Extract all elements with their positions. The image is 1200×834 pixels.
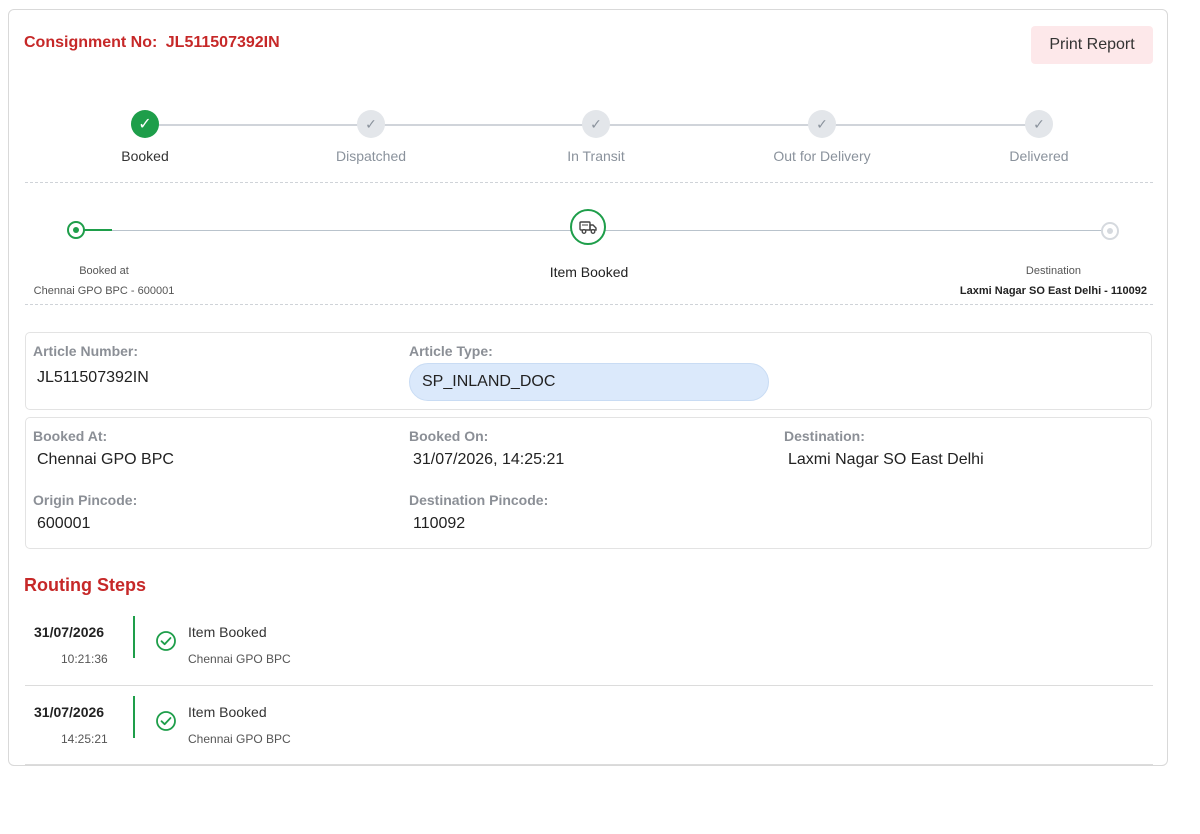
origin-pincode-label: Origin Pincode: bbox=[33, 492, 138, 508]
destination-pincode-label: Destination Pincode: bbox=[409, 492, 549, 508]
routing-steps-title: Routing Steps bbox=[24, 575, 146, 595]
check-icon: ✓ bbox=[582, 110, 610, 138]
origin-label: Booked at bbox=[79, 265, 129, 277]
routing-step-date: 31/07/2026 bbox=[34, 704, 105, 720]
article-number-value: JL511507392IN bbox=[37, 369, 149, 386]
check-circle-icon bbox=[156, 711, 176, 731]
step-label: Out for Delivery bbox=[773, 148, 871, 164]
check-icon: ✓ bbox=[1025, 110, 1053, 138]
article-type-badge: SP_INLAND_DOC bbox=[409, 363, 769, 401]
routing-step-time: 10:21:36 bbox=[61, 652, 108, 666]
booked-on-value: 31/07/2026, 14:25:21 bbox=[413, 451, 565, 468]
divider bbox=[25, 685, 1153, 686]
routing-step-office: Chennai GPO BPC bbox=[188, 652, 291, 666]
step-label: Booked bbox=[121, 148, 169, 164]
routing-step-bar bbox=[133, 616, 135, 658]
destination-field-value: Laxmi Nagar SO East Delhi bbox=[788, 451, 984, 468]
routing-step-bar bbox=[133, 696, 135, 738]
delivery-truck-icon bbox=[570, 209, 606, 245]
status-stepper: ✓ Booked ✓ Dispatched ✓ In Transit ✓ Out… bbox=[9, 110, 1167, 180]
print-report-button[interactable]: Print Report bbox=[1031, 26, 1153, 64]
divider bbox=[25, 182, 1153, 183]
check-circle-icon bbox=[156, 631, 176, 651]
divider bbox=[25, 764, 1153, 765]
routing-step-date: 31/07/2026 bbox=[34, 624, 105, 640]
consignment-number: JL511507392IN bbox=[165, 34, 280, 51]
article-number-label: Article Number: bbox=[33, 343, 139, 359]
booked-at-value: Chennai GPO BPC bbox=[37, 451, 174, 468]
tracking-card: Consignment No: JL511507392IN Print Repo… bbox=[8, 9, 1168, 766]
booked-at-label: Booked At: bbox=[33, 428, 108, 444]
check-icon: ✓ bbox=[357, 110, 385, 138]
check-icon: ✓ bbox=[131, 110, 159, 138]
routing-step-row: 31/07/2026 14:25:21 Item Booked Chennai … bbox=[9, 696, 1167, 765]
article-type-label: Article Type: bbox=[409, 343, 493, 359]
step-dispatched: ✓ Dispatched bbox=[291, 110, 451, 164]
step-booked: ✓ Booked bbox=[65, 110, 225, 164]
routing-step-event: Item Booked bbox=[188, 624, 267, 640]
destination-label: Destination bbox=[1025, 265, 1081, 277]
destination-field-label: Destination: bbox=[784, 428, 865, 444]
route-progress: Booked at Chennai GPO BPC - 600001 Item … bbox=[9, 206, 1167, 306]
routing-step-office: Chennai GPO BPC bbox=[188, 732, 291, 746]
destination-pincode-value: 110092 bbox=[413, 515, 466, 532]
current-status: Item Booked bbox=[549, 264, 629, 280]
destination-value: Laxmi Nagar SO East Delhi - 110092 bbox=[959, 285, 1147, 297]
step-delivered: ✓ Delivered bbox=[959, 110, 1119, 164]
step-in-transit: ✓ In Transit bbox=[516, 110, 676, 164]
step-label: In Transit bbox=[567, 148, 625, 164]
divider bbox=[25, 304, 1153, 305]
origin-marker-icon bbox=[67, 221, 85, 239]
booked-on-label: Booked On: bbox=[409, 428, 489, 444]
step-label: Dispatched bbox=[335, 148, 407, 164]
check-icon: ✓ bbox=[808, 110, 836, 138]
consignment-label: Consignment No: bbox=[24, 34, 158, 51]
routing-step-row: 31/07/2026 10:21:36 Item Booked Chennai … bbox=[9, 616, 1167, 690]
consignment-header: Consignment No: JL511507392IN bbox=[24, 34, 280, 52]
step-out-for-delivery: ✓ Out for Delivery bbox=[742, 110, 902, 164]
routing-step-event: Item Booked bbox=[188, 704, 267, 720]
article-panel: Article Number: JL511507392IN Article Ty… bbox=[25, 332, 1152, 410]
destination-marker-icon bbox=[1101, 222, 1119, 240]
routing-step-time: 14:25:21 bbox=[61, 732, 108, 746]
origin-pincode-value: 600001 bbox=[37, 515, 91, 532]
origin-value: Chennai GPO BPC - 600001 bbox=[33, 285, 175, 297]
destination-info: Destination Laxmi Nagar SO East Delhi - … bbox=[960, 261, 1147, 301]
booking-panel: Booked At: Chennai GPO BPC Booked On: 31… bbox=[25, 417, 1152, 549]
step-label: Delivered bbox=[1009, 148, 1069, 164]
origin-info: Booked at Chennai GPO BPC - 600001 bbox=[29, 261, 179, 301]
